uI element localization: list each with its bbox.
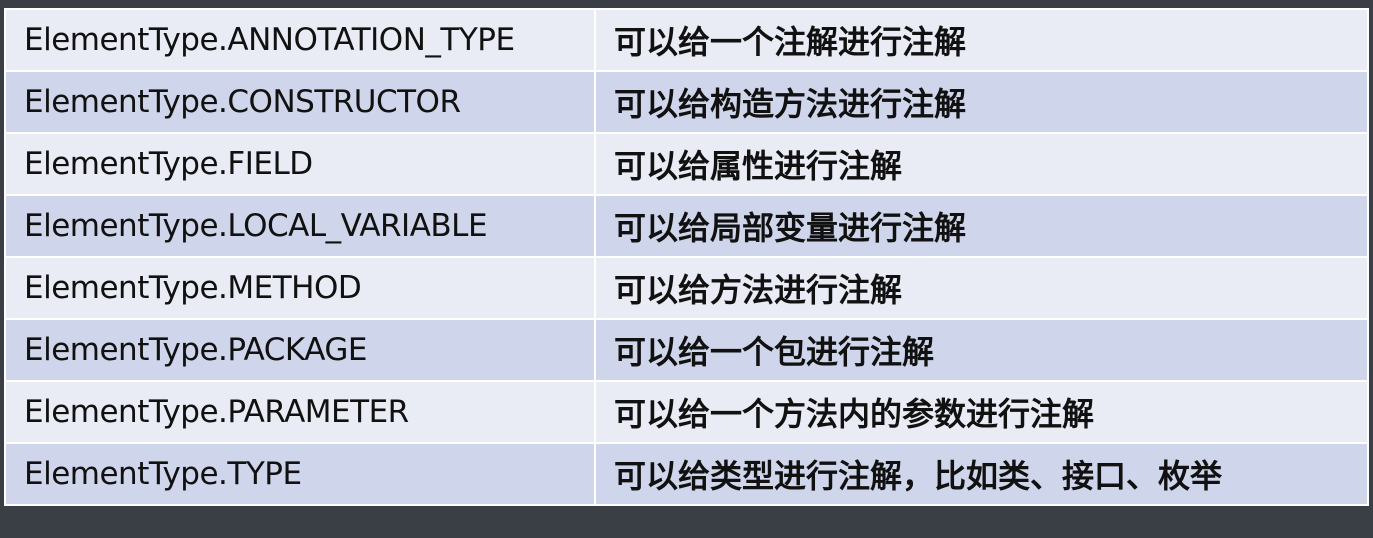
slide-frame: ElementType.ANNOTATION_TYPE 可以给一个注解进行注解 … [0, 0, 1373, 538]
table-row: ElementType.LOCAL_VARIABLE 可以给局部变量进行注解 [4, 194, 1369, 258]
element-type-name-cell: ElementType.METHOD [4, 256, 596, 320]
table-row: ElementType.ANNOTATION_TYPE 可以给一个注解进行注解 [4, 8, 1369, 72]
element-type-description-cell: 可以给一个包进行注解 [594, 318, 1369, 382]
element-type-description-cell: 可以给属性进行注解 [594, 132, 1369, 196]
element-type-table: ElementType.ANNOTATION_TYPE 可以给一个注解进行注解 … [4, 8, 1369, 506]
table-row: ElementType.TYPE 可以给类型进行注解，比如类、接口、枚举 [4, 442, 1369, 506]
element-type-description-cell: 可以给方法进行注解 [594, 256, 1369, 320]
element-type-description-cell: 可以给一个注解进行注解 [594, 8, 1369, 72]
table-row: ElementType.PARAMETER 可以给一个方法内的参数进行注解 [4, 380, 1369, 444]
element-type-description-cell: 可以给类型进行注解，比如类、接口、枚举 [594, 442, 1369, 506]
element-type-name-cell: ElementType.LOCAL_VARIABLE [4, 194, 596, 258]
element-type-table-body: ElementType.ANNOTATION_TYPE 可以给一个注解进行注解 … [4, 8, 1369, 506]
element-type-name-cell: ElementType.FIELD [4, 132, 596, 196]
element-type-name-cell: ElementType.TYPE [4, 442, 596, 506]
table-row: ElementType.PACKAGE 可以给一个包进行注解 [4, 318, 1369, 382]
table-row: ElementType.METHOD 可以给方法进行注解 [4, 256, 1369, 320]
table-row: ElementType.FIELD 可以给属性进行注解 [4, 132, 1369, 196]
element-type-name-cell: ElementType.PARAMETER [4, 380, 596, 444]
element-type-description-cell: 可以给构造方法进行注解 [594, 70, 1369, 134]
element-type-name-cell: ElementType.CONSTRUCTOR [4, 70, 596, 134]
element-type-description-cell: 可以给局部变量进行注解 [594, 194, 1369, 258]
element-type-name-cell: ElementType.ANNOTATION_TYPE [4, 8, 596, 72]
element-type-description-cell: 可以给一个方法内的参数进行注解 [594, 380, 1369, 444]
element-type-name-cell: ElementType.PACKAGE [4, 318, 596, 382]
table-row: ElementType.CONSTRUCTOR 可以给构造方法进行注解 [4, 70, 1369, 134]
